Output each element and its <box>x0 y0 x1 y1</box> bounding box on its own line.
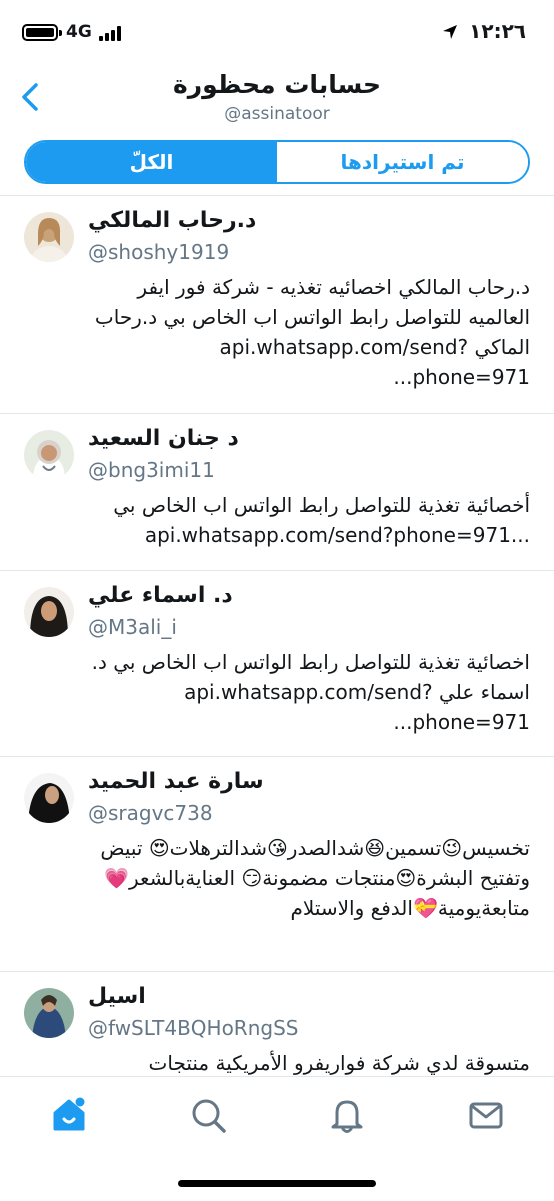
tab-all[interactable]: الكلّ <box>26 142 277 182</box>
tab-imported[interactable]: تم استيرادها <box>277 142 528 182</box>
account-bio: اخصائية تغذية للتواصل رابط الواتس اب الخ… <box>85 650 530 734</box>
account-bio: تخسيس😉تسمين😆شدالصدر😘شدالترهلات😍 تبيض وتف… <box>93 836 530 920</box>
clock: ١٢:٢٦ <box>469 19 526 43</box>
network-type: 4G <box>66 22 92 42</box>
account-handle: @sragvc738 <box>88 801 213 825</box>
account-handle: @bng3imi11 <box>88 458 215 482</box>
account-name: اسيل <box>88 984 146 1009</box>
account-name: سارة عبد الحميد <box>88 769 264 794</box>
avatar <box>24 587 74 637</box>
page-title: حسابات محظورة <box>172 70 382 99</box>
bell-icon[interactable] <box>327 1095 367 1135</box>
list-item[interactable]: سارة عبد الحميد @sragvc738 تخسيس😉تسمين😆ش… <box>0 757 554 972</box>
home-indicator <box>178 1180 376 1187</box>
mail-icon[interactable] <box>466 1095 506 1135</box>
location-arrow-icon <box>443 25 457 39</box>
list-item[interactable]: د. اسماء علي @M3ali_i اخصائية تغذية للتو… <box>0 571 554 757</box>
account-handle: @M3ali_i <box>88 615 177 639</box>
blocked-accounts-list: د.رحاب المالكي @shoshy1919 د.رحاب المالك… <box>0 196 554 1076</box>
account-bio: متسوقة لدي شركة فواريفرو الأمريكية منتجا… <box>148 1051 530 1075</box>
home-icon[interactable] <box>49 1095 89 1135</box>
account-name: د جنان السعيد <box>88 426 239 451</box>
signal-icon <box>99 25 123 41</box>
page-subtitle: @assinatoor <box>224 104 330 124</box>
account-name: د.رحاب المالكي <box>88 208 257 233</box>
search-icon[interactable] <box>188 1095 228 1135</box>
account-handle: @shoshy1919 <box>88 240 230 264</box>
account-bio: أخصائية تغذية للتواصل رابط الواتس اب الخ… <box>106 493 530 547</box>
avatar <box>24 988 74 1038</box>
account-bio: د.رحاب المالكي اخصائيه تغذيه - شركة فور … <box>88 275 530 389</box>
segmented-control: الكلّ تم استيرادها <box>24 140 530 184</box>
avatar <box>24 773 74 823</box>
account-name: د. اسماء علي <box>88 583 233 608</box>
list-item[interactable]: د جنان السعيد @bng3imi11 أخصائية تغذية ل… <box>0 414 554 571</box>
list-item[interactable]: اسيل @fwSLT4BQHoRngSS متسوقة لدي شركة فو… <box>0 972 554 1076</box>
battery-icon <box>22 24 62 41</box>
status-bar: 4G ١٢:٢٦ <box>0 0 554 62</box>
avatar <box>24 212 74 262</box>
account-handle: @fwSLT4BQHoRngSS <box>88 1016 299 1040</box>
avatar <box>24 430 74 480</box>
list-item[interactable]: د.رحاب المالكي @shoshy1919 د.رحاب المالك… <box>0 196 554 414</box>
